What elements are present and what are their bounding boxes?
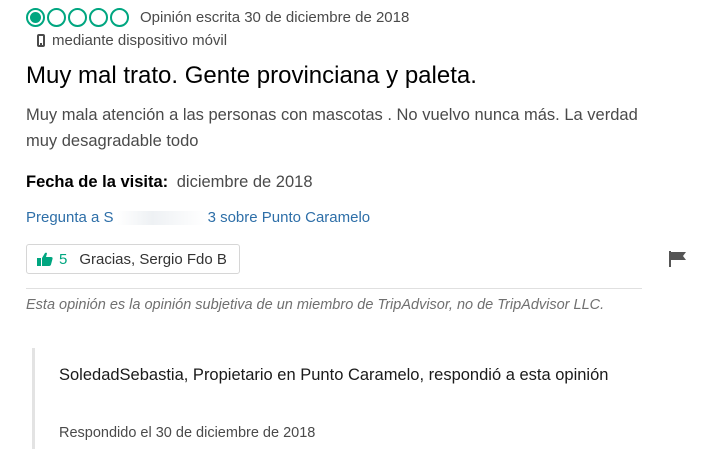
ask-question-prefix[interactable]: Pregunta a S — [26, 209, 114, 226]
rating-bubble-filled — [26, 8, 45, 27]
visit-date-row: Fecha de la visita: diciembre de 2018 — [26, 173, 313, 192]
rating-bubbles — [26, 8, 129, 27]
flag-icon[interactable] — [669, 251, 687, 272]
review-body: Muy mala atención a las personas con mas… — [26, 106, 638, 150]
visit-date-value: diciembre de 2018 — [176, 173, 313, 191]
rating-bubble-empty — [110, 8, 129, 27]
ask-question-link[interactable]: Pregunta a S 3 sobre Punto Caramelo — [26, 209, 370, 226]
review-title[interactable]: Muy mal trato. Gente provinciana y palet… — [26, 62, 477, 90]
divider — [26, 288, 642, 289]
owner-response-date: Respondido el 30 de diciembre de 2018 — [59, 425, 316, 441]
device-row: mediante dispositivo móvil — [37, 32, 227, 49]
visit-date-label: Fecha de la visita: — [26, 173, 169, 191]
response-accent-bar — [32, 348, 35, 449]
owner-response-header: SoledadSebastia, Propietario en Punto Ca… — [59, 366, 609, 384]
thanks-count: 5 — [59, 250, 68, 268]
redacted-username — [116, 211, 205, 226]
ask-question-suffix[interactable]: 3 sobre Punto Caramelo — [208, 209, 371, 226]
review-date: Opinión escrita 30 de diciembre de 2018 — [140, 9, 410, 26]
rating-bubble-empty — [68, 8, 87, 27]
device-text: mediante dispositivo móvil — [52, 32, 228, 49]
thanks-label: Gracias, Sergio Fdo B — [79, 250, 227, 268]
rating-row: Opinión escrita 30 de diciembre de 2018 — [26, 8, 409, 27]
review-disclaimer: Esta opinión es la opinión subjetiva de … — [26, 297, 605, 313]
thanks-button[interactable]: 5 Gracias, Sergio Fdo B — [26, 244, 240, 274]
rating-bubble-empty — [89, 8, 108, 27]
mobile-phone-icon — [37, 34, 45, 47]
rating-bubble-empty — [47, 8, 66, 27]
thumbs-up-icon — [37, 252, 53, 266]
